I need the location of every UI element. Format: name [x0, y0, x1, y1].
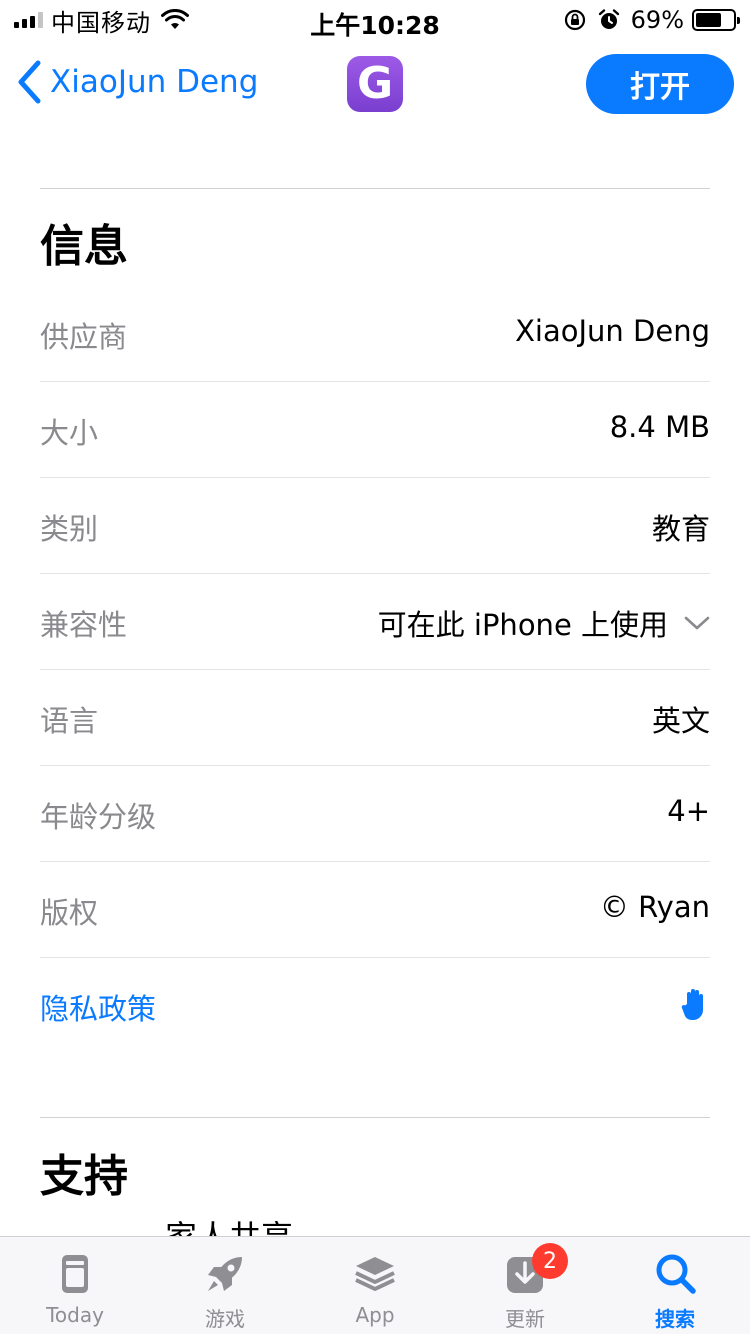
chevron-down-icon: [684, 616, 710, 630]
info-value: 英文: [651, 704, 710, 738]
tab-games[interactable]: 游戏: [150, 1237, 300, 1334]
tab-apps[interactable]: App: [300, 1237, 450, 1334]
tab-label: 游戏: [205, 1307, 245, 1331]
info-label: 类别: [40, 512, 99, 546]
app-icon[interactable]: G: [347, 56, 403, 112]
info-list: 供应商 XiaoJun Deng 大小 8.4 MB 类别 教育 兼容性 可在此…: [40, 286, 710, 1054]
orientation-lock-icon: [564, 9, 585, 31]
info-value: © Ryan: [599, 890, 710, 924]
tab-bar: Today 游戏 App 2 更新 搜索: [0, 1236, 750, 1334]
battery-fill: [696, 13, 721, 27]
alarm-icon: [598, 9, 619, 29]
privacy-policy-link[interactable]: 隐私政策: [40, 958, 710, 1054]
tab-label: Today: [46, 1303, 104, 1327]
info-section-title: 信息: [40, 221, 128, 272]
info-label: 年龄分级: [40, 800, 157, 834]
info-value: 教育: [651, 512, 710, 546]
battery-percent: 69%: [630, 6, 684, 34]
info-row-age-rating: 年龄分级 4+: [40, 766, 710, 862]
tab-label: App: [355, 1303, 395, 1327]
chevron-left-icon: [18, 60, 41, 104]
info-row-compatibility[interactable]: 兼容性 可在此 iPhone 上使用: [40, 574, 710, 670]
tab-search[interactable]: 搜索: [600, 1237, 750, 1334]
updates-badge: 2: [532, 1243, 568, 1279]
nav-bar: XiaoJun Deng G 打开: [0, 40, 750, 130]
privacy-policy-label: 隐私政策: [40, 992, 157, 1026]
today-icon: [62, 1255, 88, 1293]
compatibility-expander[interactable]: 可在此 iPhone 上使用: [378, 602, 710, 644]
info-row-size: 大小 8.4 MB: [40, 382, 710, 478]
back-button[interactable]: XiaoJun Deng: [16, 60, 258, 104]
info-label: 供应商: [40, 320, 128, 354]
search-icon: [656, 1254, 696, 1294]
open-button[interactable]: 打开: [586, 54, 734, 114]
back-label: XiaoJun Deng: [50, 64, 259, 100]
section-divider: [40, 1117, 710, 1118]
info-value: 8.4 MB: [609, 410, 710, 444]
support-section-title: 支持: [40, 1151, 128, 1202]
battery-icon: [692, 9, 740, 31]
info-label: 大小: [40, 416, 99, 450]
info-value: XiaoJun Deng: [515, 314, 710, 348]
app-icon-letter: G: [356, 58, 394, 109]
section-divider: [40, 188, 710, 189]
tab-label: 搜索: [655, 1307, 695, 1331]
tab-today[interactable]: Today: [0, 1237, 150, 1334]
info-label: 兼容性: [40, 608, 128, 642]
info-row-category: 类别 教育: [40, 478, 710, 574]
info-label: 语言: [40, 704, 99, 738]
info-value: 4+: [667, 794, 710, 828]
info-value: 可在此 iPhone 上使用: [377, 608, 668, 642]
hand-icon: [681, 989, 703, 1021]
tab-label: 更新: [505, 1307, 545, 1331]
tab-updates[interactable]: 2 更新: [450, 1237, 600, 1334]
status-bar: 中国移动 上午10:28 69%: [0, 0, 750, 40]
layers-icon: [355, 1257, 395, 1291]
info-row-copyright: 版权 © Ryan: [40, 862, 710, 958]
info-row-language: 语言 英文: [40, 670, 710, 766]
rocket-icon: [208, 1257, 242, 1291]
info-row-provider: 供应商 XiaoJun Deng: [40, 286, 710, 382]
info-label: 版权: [40, 896, 99, 930]
